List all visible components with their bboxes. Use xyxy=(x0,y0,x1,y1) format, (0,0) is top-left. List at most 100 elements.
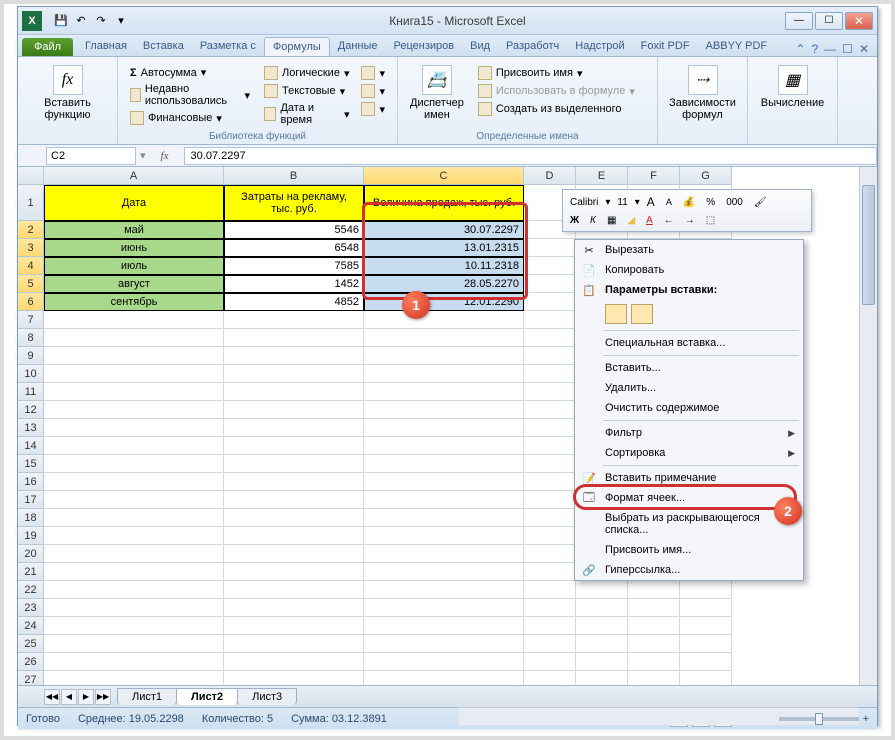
row-header-12[interactable]: 12 xyxy=(18,401,44,419)
cell-empty[interactable] xyxy=(224,365,364,383)
row-header-26[interactable]: 26 xyxy=(18,653,44,671)
cell-empty[interactable] xyxy=(364,401,524,419)
col-header-G[interactable]: G xyxy=(680,167,732,185)
financial-button[interactable]: Финансовые ▾ xyxy=(126,110,254,126)
cell-empty[interactable] xyxy=(44,599,224,617)
row-header-24[interactable]: 24 xyxy=(18,617,44,635)
insert-function-button[interactable]: fx Вставитьфункцию xyxy=(26,61,109,125)
cell-empty[interactable] xyxy=(224,311,364,329)
assign-name-button[interactable]: Присвоить имя ▾ xyxy=(474,65,639,81)
menu-cut[interactable]: ✂Вырезать xyxy=(575,240,803,260)
cell-empty[interactable] xyxy=(364,383,524,401)
shrink-font-icon[interactable]: A xyxy=(662,195,676,209)
cell-empty[interactable] xyxy=(364,581,524,599)
cell-date-6[interactable]: сентябрь xyxy=(44,293,224,311)
row-header-23[interactable]: 23 xyxy=(18,599,44,617)
cell-empty[interactable] xyxy=(364,635,524,653)
header-sales[interactable]: Величина продаж, тыс. руб. xyxy=(364,185,524,221)
menu-dropdown-list[interactable]: Выбрать из раскрывающегося списка... xyxy=(575,508,803,540)
cell-empty[interactable] xyxy=(224,563,364,581)
font-color-icon[interactable]: A xyxy=(642,213,657,228)
money-icon[interactable]: 💰 xyxy=(679,195,699,210)
cell-sales-5[interactable]: 28.05.2270 xyxy=(364,275,524,293)
cell-empty[interactable] xyxy=(524,671,576,685)
col-header-A[interactable]: A xyxy=(44,167,224,185)
cell-empty[interactable] xyxy=(524,347,576,365)
cell-empty[interactable] xyxy=(364,365,524,383)
cell-empty[interactable] xyxy=(224,383,364,401)
row-header-17[interactable]: 17 xyxy=(18,491,44,509)
cell-empty[interactable] xyxy=(628,653,680,671)
cell-date-5[interactable]: август xyxy=(44,275,224,293)
dec-inc-icon[interactable]: ← xyxy=(660,213,678,228)
cell-empty[interactable] xyxy=(680,581,732,599)
cell-empty[interactable] xyxy=(44,329,224,347)
cell-empty[interactable] xyxy=(680,635,732,653)
row-header-7[interactable]: 7 xyxy=(18,311,44,329)
cell-empty[interactable] xyxy=(44,491,224,509)
row-header-14[interactable]: 14 xyxy=(18,437,44,455)
cell-empty[interactable] xyxy=(44,347,224,365)
cell-empty[interactable] xyxy=(364,527,524,545)
col-header-B[interactable]: B xyxy=(224,167,364,185)
cell-empty[interactable] xyxy=(224,545,364,563)
row-header-8[interactable]: 8 xyxy=(18,329,44,347)
menu-assign-name[interactable]: Присвоить имя... xyxy=(575,540,803,560)
more-fn-2[interactable]: ▾ xyxy=(357,83,389,99)
menu-hyperlink[interactable]: 🔗Гиперссылка... xyxy=(575,560,803,580)
cell-cost-5[interactable]: 1452 xyxy=(224,275,364,293)
doc-min-icon[interactable]: — xyxy=(824,42,836,56)
italic-icon[interactable]: К xyxy=(586,213,600,228)
col-header-C[interactable]: C xyxy=(364,167,524,185)
sheet-nav-0[interactable]: ◀◀ xyxy=(44,689,60,705)
menu-format-cells[interactable]: 🗔Формат ячеек... xyxy=(575,488,803,508)
cell-empty[interactable] xyxy=(364,455,524,473)
menu-clear[interactable]: Очистить содержимое xyxy=(575,398,803,418)
zoom-thumb[interactable] xyxy=(815,713,823,725)
menu-paste-special[interactable]: Специальная вставка... xyxy=(575,333,803,353)
cell-empty[interactable] xyxy=(44,635,224,653)
close-button[interactable]: ✕ xyxy=(845,12,873,30)
cell-empty[interactable] xyxy=(364,329,524,347)
row-header-5[interactable]: 5 xyxy=(18,275,44,293)
logical-button[interactable]: Логические ▾ xyxy=(260,65,353,81)
create-sel-button[interactable]: Создать из выделенного xyxy=(474,101,639,117)
use-formula-button[interactable]: Использовать в формуле ▾ xyxy=(474,83,639,99)
tab-Разметка с[interactable]: Разметка с xyxy=(192,37,264,56)
row-header-3[interactable]: 3 xyxy=(18,239,44,257)
cell-date-3[interactable]: июнь xyxy=(44,239,224,257)
cell-empty[interactable] xyxy=(524,275,576,293)
cell-empty[interactable] xyxy=(524,257,576,275)
cell-empty[interactable] xyxy=(524,509,576,527)
undo-icon[interactable]: ↶ xyxy=(72,12,90,30)
autosum-button[interactable]: ΣАвтосумма ▾ xyxy=(126,65,254,80)
cell-empty[interactable] xyxy=(44,545,224,563)
tab-Рецензиров[interactable]: Рецензиров xyxy=(386,37,463,56)
tab-Формулы[interactable]: Формулы xyxy=(264,37,330,56)
cell-empty[interactable] xyxy=(44,581,224,599)
cell-empty[interactable] xyxy=(524,401,576,419)
row-header-18[interactable]: 18 xyxy=(18,509,44,527)
vertical-scrollbar[interactable] xyxy=(859,167,877,685)
cell-empty[interactable] xyxy=(44,671,224,685)
tab-Foxit PDF[interactable]: Foxit PDF xyxy=(633,37,698,56)
row-header-13[interactable]: 13 xyxy=(18,419,44,437)
cell-empty[interactable] xyxy=(44,473,224,491)
grow-font-icon[interactable]: A xyxy=(643,193,659,211)
sheet-tab-3[interactable]: Лист3 xyxy=(237,688,297,705)
row-header-2[interactable]: 2 xyxy=(18,221,44,239)
datetime-button[interactable]: Дата и время ▾ xyxy=(260,101,353,127)
cell-empty[interactable] xyxy=(628,581,680,599)
cell-empty[interactable] xyxy=(576,635,628,653)
sheet-tab-2[interactable]: Лист2 xyxy=(176,688,238,705)
cell-empty[interactable] xyxy=(524,527,576,545)
cell-empty[interactable] xyxy=(364,491,524,509)
cell-empty[interactable] xyxy=(576,599,628,617)
maximize-button[interactable]: ☐ xyxy=(815,12,843,30)
menu-insert[interactable]: Вставить... xyxy=(575,358,803,378)
cell-empty[interactable] xyxy=(44,419,224,437)
recent-button[interactable]: Недавно использовались ▾ xyxy=(126,82,254,108)
cell-sales-6[interactable]: 12.01.2290 xyxy=(364,293,524,311)
cell-empty[interactable] xyxy=(524,311,576,329)
cell-empty[interactable] xyxy=(44,527,224,545)
